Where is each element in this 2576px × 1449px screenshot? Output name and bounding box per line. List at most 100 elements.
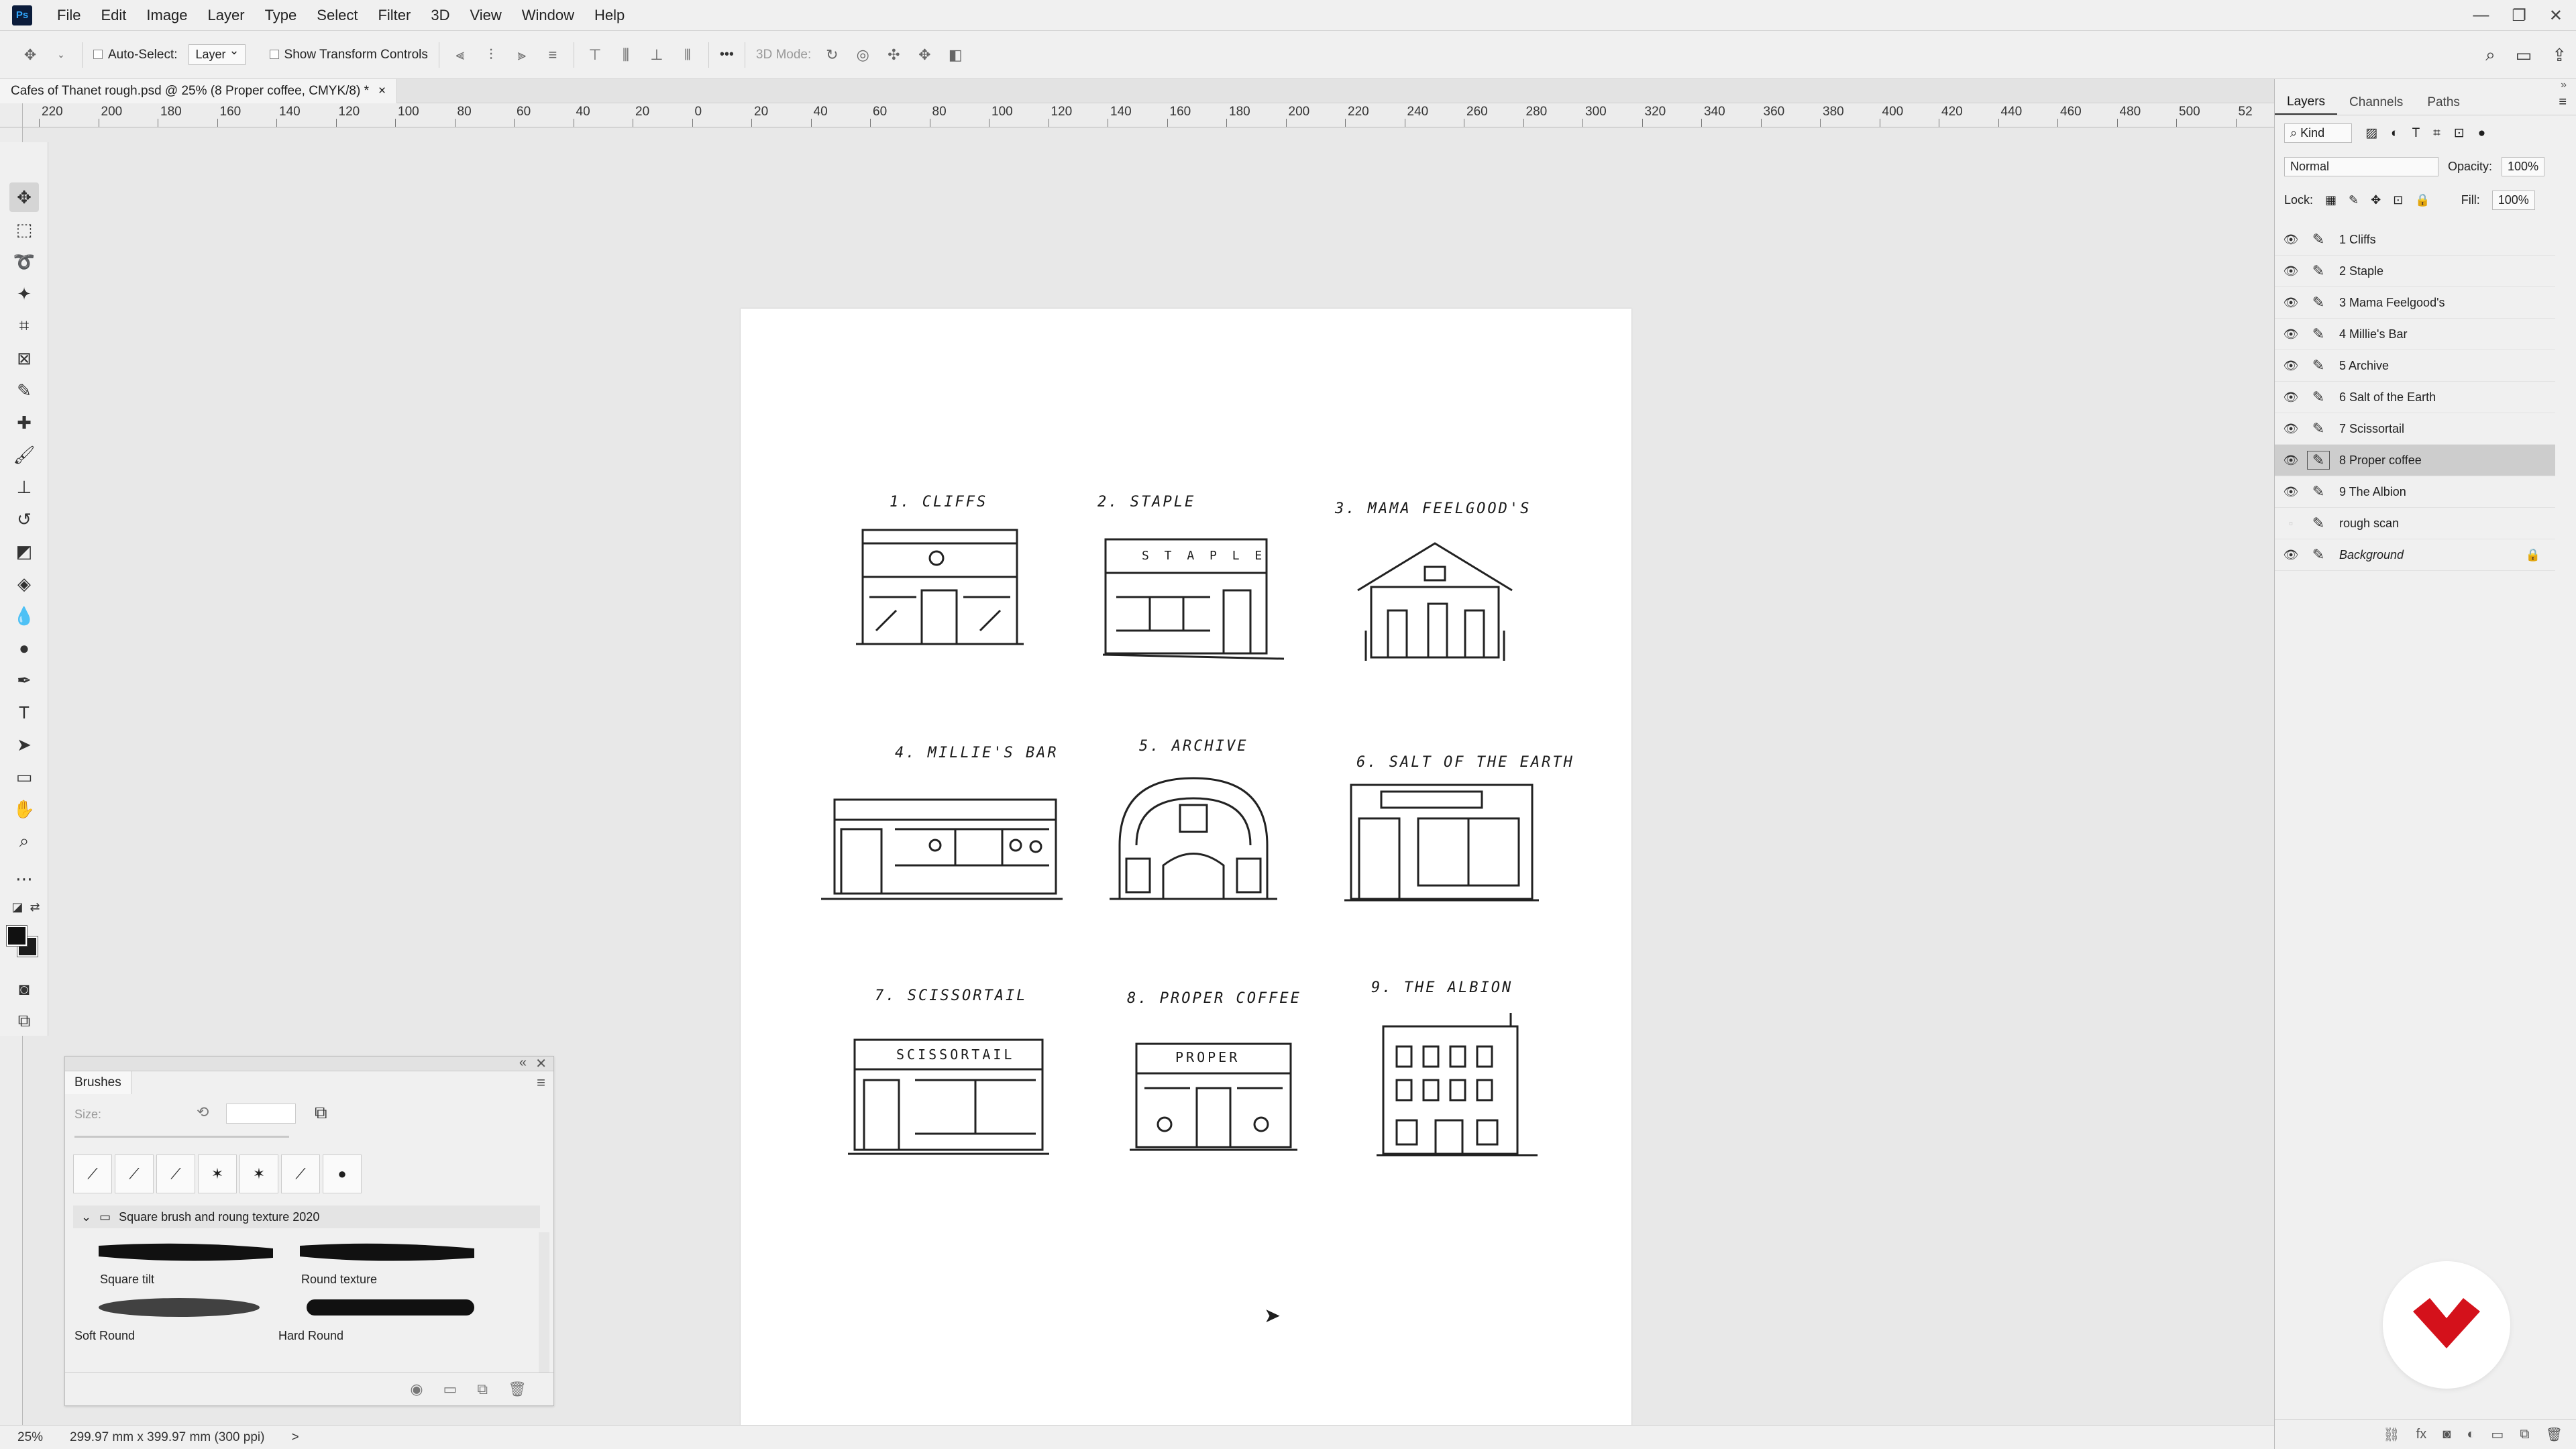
blur-tool-icon[interactable]: 💧 xyxy=(9,601,39,631)
collapse-panel-icon[interactable]: « xyxy=(519,1055,527,1071)
blend-mode-dropdown[interactable]: Normal xyxy=(2284,157,2438,176)
layer-row-5-archive[interactable]: 👁 ✎ 5 Archive xyxy=(2275,350,2555,382)
more-options-button[interactable]: ••• xyxy=(720,47,734,62)
smart-object-filter-icon[interactable]: ⊡ xyxy=(2454,125,2465,141)
brush-tool-icon[interactable]: 🖌 xyxy=(9,440,39,470)
menu-select[interactable]: Select xyxy=(307,7,368,24)
3d-orbit-icon[interactable]: ↻ xyxy=(822,45,842,65)
menu-edit[interactable]: Edit xyxy=(91,7,136,24)
recent-brush[interactable]: ⟋ xyxy=(115,1155,154,1193)
workspace-icon[interactable]: ▭ xyxy=(2516,45,2532,66)
zoom-tool-icon[interactable]: ⌕ xyxy=(9,826,39,856)
zoom-level[interactable]: 25% xyxy=(17,1430,43,1445)
recent-brush[interactable]: ⟋ xyxy=(281,1155,320,1193)
move-tool-icon[interactable]: ✥ xyxy=(20,45,40,65)
tab-paths[interactable]: Paths xyxy=(2415,90,2472,115)
recent-brush[interactable]: ✶ xyxy=(198,1155,237,1193)
brush-item-hard-round[interactable]: Hard Round xyxy=(278,1329,343,1343)
foreground-color-swatch[interactable] xyxy=(6,925,28,947)
document-tab[interactable]: Cafes of Thanet rough.psd @ 25% (8 Prope… xyxy=(0,79,398,103)
visibility-eye-icon[interactable]: 👁 xyxy=(2275,296,2307,310)
tab-layers[interactable]: Layers xyxy=(2275,90,2338,115)
distribute-vertical-icon[interactable]: ⦀ xyxy=(678,45,698,65)
visibility-eye-icon[interactable]: 👁 xyxy=(2275,264,2307,278)
align-left-icon[interactable]: ⫷ xyxy=(450,45,470,65)
opacity-field[interactable]: 100% xyxy=(2502,157,2545,176)
type-filter-icon[interactable]: T xyxy=(2412,126,2420,141)
layer-row-rough-scan[interactable]: ▫ ✎ rough scan xyxy=(2275,508,2555,539)
restore-icon[interactable]: ❐ xyxy=(2512,6,2526,25)
magic-wand-tool-icon[interactable]: ✦ xyxy=(9,279,39,309)
link-layers-icon[interactable]: ⛓ xyxy=(2383,1426,2400,1443)
history-brush-tool-icon[interactable]: ↺ xyxy=(9,504,39,534)
clone-stamp-tool-icon[interactable]: ⊥ xyxy=(9,472,39,502)
recent-brush[interactable]: ✶ xyxy=(239,1155,278,1193)
healing-brush-tool-icon[interactable]: ✚ xyxy=(9,408,39,437)
rectangle-tool-icon[interactable]: ▭ xyxy=(9,762,39,792)
tool-preset-chevron-icon[interactable]: ⌄ xyxy=(51,45,71,65)
3d-roll-icon[interactable]: ◎ xyxy=(853,45,873,65)
edit-toolbar-icon[interactable]: ⋯ xyxy=(9,864,39,894)
search-icon[interactable]: ⌕ xyxy=(2485,44,2496,66)
type-tool-icon[interactable]: T xyxy=(9,698,39,727)
horizontal-ruler[interactable]: 220 200 180 160 140 120 100 80 60 40 20 0 20 40 60 80 10… xyxy=(23,103,2274,127)
menu-help[interactable]: Help xyxy=(584,7,635,24)
lock-pixels-icon[interactable]: ✎ xyxy=(2349,193,2359,207)
distribute-icon[interactable]: ≡ xyxy=(543,45,563,65)
hand-tool-icon[interactable]: ✋ xyxy=(9,794,39,824)
delete-brush-icon[interactable]: 🗑 xyxy=(508,1381,527,1398)
layer-row-2-staple[interactable]: 👁 ✎ 2 Staple xyxy=(2275,256,2555,287)
reset-icon[interactable]: ⟲ xyxy=(197,1104,209,1121)
lock-transparency-icon[interactable]: ▦ xyxy=(2325,193,2337,207)
adjustment-filter-icon[interactable]: ◐ xyxy=(2391,126,2398,141)
marquee-tool-icon[interactable]: ⬚ xyxy=(9,215,39,244)
recent-brush[interactable]: ⟋ xyxy=(73,1155,112,1193)
layer-row-6-salt-of-the-earth[interactable]: 👁 ✎ 6 Salt of the Earth xyxy=(2275,382,2555,413)
align-center-icon[interactable]: ⫶ xyxy=(481,45,501,65)
new-group-icon[interactable]: ▭ xyxy=(2491,1426,2504,1443)
document-page[interactable]: 1. CLIFFS 2. STAPLE S T A P L E 3. MAMA … xyxy=(741,309,1631,1449)
move-tool-icon[interactable]: ✥ xyxy=(9,182,39,212)
auto-select-checkbox[interactable]: Auto-Select: xyxy=(93,48,178,62)
delete-layer-icon[interactable]: 🗑 xyxy=(2546,1426,2563,1443)
visibility-eye-icon[interactable]: 👁 xyxy=(2275,548,2307,562)
visibility-hidden-icon[interactable]: ▫ xyxy=(2275,517,2307,531)
recent-brush[interactable]: ● xyxy=(323,1155,362,1193)
layer-row-8-proper-coffee[interactable]: 👁 ✎ 8 Proper coffee xyxy=(2275,445,2555,476)
frame-tool-icon[interactable]: ⊠ xyxy=(9,343,39,373)
brush-item-round-texture[interactable]: Round texture xyxy=(301,1273,377,1287)
layer-row-4-millies-bar[interactable]: 👁 ✎ 4 Millie's Bar xyxy=(2275,319,2555,350)
close-window-icon[interactable]: ✕ xyxy=(2549,6,2563,25)
brush-folder[interactable]: ⌄ ▭ Square brush and roung texture 2020 xyxy=(73,1205,540,1228)
3d-pan-icon[interactable]: ✣ xyxy=(883,45,904,65)
3d-scale-icon[interactable]: ◧ xyxy=(945,45,965,65)
recent-brush[interactable]: ⟋ xyxy=(156,1155,195,1193)
brushes-scrollbar[interactable] xyxy=(539,1232,549,1373)
status-menu-arrow[interactable]: > xyxy=(291,1430,299,1445)
toggle-preview-icon[interactable]: ◉ xyxy=(410,1381,423,1398)
screen-mode-icon[interactable]: ⧉ xyxy=(9,1006,39,1036)
brush-size-field[interactable] xyxy=(226,1104,296,1124)
lock-all-icon[interactable]: 🔒 xyxy=(2415,193,2430,207)
new-layer-icon[interactable]: ⧉ xyxy=(2520,1427,2529,1442)
panel-menu-icon[interactable]: ≡ xyxy=(537,1074,545,1091)
visibility-eye-icon[interactable]: 👁 xyxy=(2275,422,2307,436)
brush-size-slider[interactable] xyxy=(74,1136,289,1138)
align-right-icon[interactable]: ⫸ xyxy=(512,45,532,65)
layer-row-9-the-albion[interactable]: 👁 ✎ 9 The Albion xyxy=(2275,476,2555,508)
layer-style-icon[interactable]: fx xyxy=(2416,1427,2427,1442)
pixel-filter-icon[interactable]: ▨ xyxy=(2365,125,2377,141)
visibility-eye-icon[interactable]: 👁 xyxy=(2275,233,2307,247)
filter-toggle-icon[interactable]: ● xyxy=(2478,126,2485,141)
menu-view[interactable]: View xyxy=(460,7,511,24)
align-middle-icon[interactable]: ⫼ xyxy=(616,45,636,65)
menu-type[interactable]: Type xyxy=(255,7,307,24)
new-group-icon[interactable]: ▭ xyxy=(443,1381,458,1398)
layer-row-7-scissortail[interactable]: 👁 ✎ 7 Scissortail xyxy=(2275,413,2555,445)
share-icon[interactable]: ⇪ xyxy=(2552,45,2567,66)
menu-window[interactable]: Window xyxy=(512,7,584,24)
layer-row-background[interactable]: 👁 ✎ Background 🔒 xyxy=(2275,539,2555,571)
quick-mask-icon[interactable]: ◙ xyxy=(9,974,39,1004)
close-panel-icon[interactable]: ✕ xyxy=(535,1055,547,1072)
visibility-eye-icon[interactable]: 👁 xyxy=(2275,485,2307,499)
